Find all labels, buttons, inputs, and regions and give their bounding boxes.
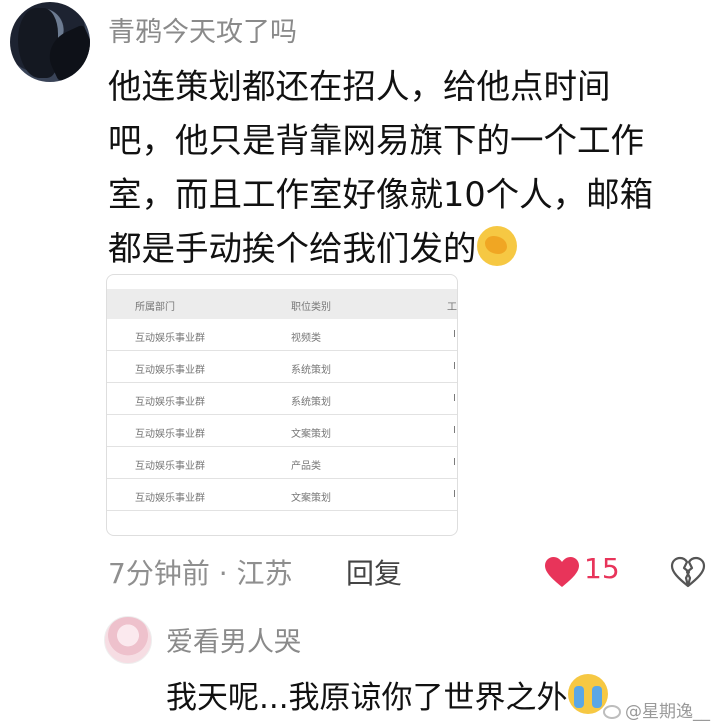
table-cell: 文案策划 — [291, 493, 331, 504]
table-cell: 视频类 — [291, 333, 321, 344]
like-count: 15 — [584, 552, 620, 585]
reply-username[interactable]: 爱看男人哭 — [166, 620, 301, 659]
reply-button[interactable]: 回复 — [346, 552, 402, 592]
table-row: 互动娱乐事业群 视频类 I — [107, 319, 457, 351]
table-cell: I — [453, 425, 456, 436]
broken-heart-icon[interactable] — [670, 556, 706, 588]
table-header: 所属部门 职位类别 工 — [107, 289, 457, 319]
table-row: 互动娱乐事业群 系统策划 I — [107, 383, 457, 415]
reply-avatar[interactable] — [104, 616, 152, 664]
comment-time-location: 7分钟前 · 江苏 — [108, 557, 293, 590]
table-cell: I — [453, 361, 456, 372]
reply-text: 我天呢...我原谅你了世界之外 — [166, 672, 608, 717]
heart-icon[interactable] — [544, 556, 580, 588]
table-cell: 互动娱乐事业群 — [135, 365, 205, 376]
comment-line-text: 都是手动挨个给我们发的 — [108, 229, 477, 268]
table-cell: 文案策划 — [291, 429, 331, 440]
table-cell: 系统策划 — [291, 397, 331, 408]
table-header-cell: 所属部门 — [135, 302, 175, 313]
watermark-text: @星期逸__ — [625, 702, 710, 722]
avatar[interactable] — [10, 2, 90, 82]
table-row: 互动娱乐事业群 文案策划 I — [107, 479, 457, 511]
comment-line: 吧，他只是背靠网易旗下的一个工作 — [108, 121, 644, 160]
comment-text: 他连策划都还在招人，给他点时间 吧，他只是背靠网易旗下的一个工作 室，而且工作室… — [108, 60, 708, 276]
table-cell: I — [453, 329, 456, 340]
table-cell: 互动娱乐事业群 — [135, 397, 205, 408]
table-cell: 互动娱乐事业群 — [135, 429, 205, 440]
table-cell: I — [453, 393, 456, 404]
comment-username[interactable]: 青鸦今天攻了吗 — [108, 10, 297, 49]
table-cell: 互动娱乐事业群 — [135, 333, 205, 344]
table-header-cell: 工 — [447, 302, 457, 313]
table-header-cell: 职位类别 — [291, 302, 331, 313]
attached-image[interactable]: 所属部门 职位类别 工 互动娱乐事业群 视频类 I 互动娱乐事业群 系统策划 I… — [106, 274, 458, 536]
table-row: 互动娱乐事业群 系统策划 I — [107, 351, 457, 383]
table-cell: 互动娱乐事业群 — [135, 461, 205, 472]
watermark: @星期逸__ — [603, 697, 710, 722]
comment-line: 室，而且工作室好像就10个人，邮箱 — [108, 175, 654, 214]
table-cell: 系统策划 — [291, 365, 331, 376]
comment-line: 他连策划都还在招人，给他点时间 — [108, 67, 611, 106]
facepalm-emoji-icon — [476, 226, 517, 266]
table-cell: I — [453, 457, 456, 468]
weibo-logo-icon — [603, 705, 621, 719]
table-cell: I — [453, 489, 456, 500]
comment-line: 都是手动挨个给我们发的 — [108, 222, 708, 276]
reply-text-content: 我天呢...我原谅你了世界之外 — [166, 680, 568, 716]
crying-emoji-icon — [567, 674, 608, 714]
table-row: 互动娱乐事业群 产品类 I — [107, 447, 457, 479]
table-cell: 产品类 — [291, 461, 321, 472]
table-row: 互动娱乐事业群 文案策划 I — [107, 415, 457, 447]
table-cell: 互动娱乐事业群 — [135, 493, 205, 504]
